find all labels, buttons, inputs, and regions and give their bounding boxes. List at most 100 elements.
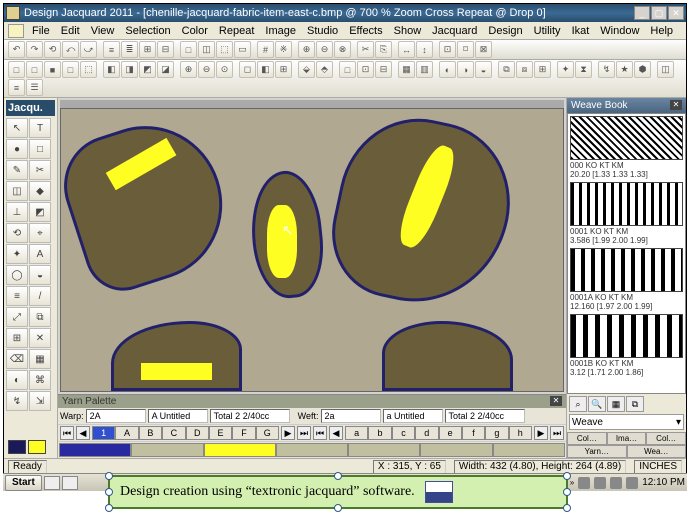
toolbar-button[interactable]: ⤻ <box>80 41 97 58</box>
nav-prev[interactable]: ◀ <box>76 426 90 440</box>
toolbar-button[interactable]: ⟲ <box>44 41 61 58</box>
toolbar-button[interactable]: ⊞ <box>534 61 551 78</box>
caption-box[interactable]: Design creation using “textronic jacquar… <box>108 475 568 509</box>
yarn-column[interactable]: E <box>209 426 232 440</box>
tool-button[interactable]: ◯ <box>6 265 28 285</box>
toolbar-button[interactable]: ◻ <box>239 61 256 78</box>
bg-swatch[interactable] <box>8 440 26 454</box>
toolbar-button[interactable]: ≣ <box>121 41 138 58</box>
nav-next-2[interactable]: ▶ <box>534 426 548 440</box>
weave-tool-button[interactable]: 🔍 <box>588 396 606 412</box>
toolbar-button[interactable]: ⊕ <box>180 61 197 78</box>
taskbar-app-1[interactable] <box>44 476 60 490</box>
yarn-column[interactable]: f <box>462 426 485 440</box>
yarn-column[interactable]: h <box>509 426 532 440</box>
yarn-column[interactable]: g <box>485 426 508 440</box>
yarn-column[interactable]: B <box>139 426 162 440</box>
toolbar-button[interactable]: ■ <box>44 61 61 78</box>
menu-selection[interactable]: Selection <box>120 24 175 38</box>
toolbar-button[interactable]: ▭ <box>234 41 251 58</box>
menu-design[interactable]: Design <box>483 24 527 38</box>
menu-effects[interactable]: Effects <box>344 24 387 38</box>
tool-button[interactable]: ✕ <box>29 328 51 348</box>
toolbar-button[interactable]: ⊟ <box>375 61 392 78</box>
tray-icon-2[interactable] <box>594 477 606 489</box>
toolbar-button[interactable]: ≡ <box>8 79 25 96</box>
tool-button[interactable]: ✂ <box>29 160 51 180</box>
weave-book-close[interactable]: ✕ <box>670 100 682 110</box>
menu-jacquard[interactable]: Jacquard <box>427 24 482 38</box>
tool-button[interactable]: ⧉ <box>29 307 51 327</box>
menu-show[interactable]: Show <box>389 24 427 38</box>
nav-prev-2[interactable]: ◀ <box>329 426 343 440</box>
weft-value[interactable]: 2a <box>321 409 381 423</box>
toolbar-button[interactable]: ⊙ <box>216 61 233 78</box>
toolbar-button[interactable]: ⊖ <box>198 61 215 78</box>
menu-help[interactable]: Help <box>645 24 678 38</box>
tool-button[interactable]: ⊥ <box>6 202 28 222</box>
tray-icon-1[interactable] <box>578 477 590 489</box>
yarn-color-swatch[interactable] <box>131 443 203 457</box>
weave-tab[interactable]: Ima… <box>607 432 647 445</box>
tool-button[interactable]: ✎ <box>6 160 28 180</box>
toolbar-button[interactable]: ↷ <box>26 41 43 58</box>
toolbar-button[interactable]: ⊡ <box>357 61 374 78</box>
toolbar-button[interactable]: # <box>257 41 274 58</box>
tool-button[interactable]: ⤢ <box>6 307 28 327</box>
toolbar-button[interactable]: ≡ <box>103 41 120 58</box>
toolbar-button[interactable]: ✂ <box>357 41 374 58</box>
tool-button[interactable]: / <box>29 286 51 306</box>
tool-button[interactable]: ◩ <box>29 202 51 222</box>
tool-button[interactable]: ⌖ <box>29 223 51 243</box>
toolbar-button[interactable]: ↯ <box>598 61 615 78</box>
nav-first-2[interactable]: ⏮ <box>313 426 327 440</box>
weave-tab[interactable]: Yarn… <box>567 445 627 458</box>
yarn-column[interactable]: F <box>232 426 255 440</box>
menu-color[interactable]: Color <box>177 24 213 38</box>
weave-tool-button[interactable]: ▦ <box>607 396 625 412</box>
tool-button[interactable]: ↖ <box>6 118 28 138</box>
maximize-button[interactable]: ▢ <box>651 6 667 20</box>
toolbar-button[interactable]: ⧈ <box>516 61 533 78</box>
toolbar-button[interactable]: ⊖ <box>316 41 333 58</box>
toolbar-button[interactable]: □ <box>180 41 197 58</box>
tool-button[interactable]: ◐ <box>6 370 28 390</box>
toolbar-button[interactable]: ◫ <box>198 41 215 58</box>
minimize-button[interactable]: _ <box>634 6 650 20</box>
nav-last[interactable]: ⏭ <box>297 426 311 440</box>
toolbar-button[interactable]: ※ <box>275 41 292 58</box>
menu-window[interactable]: Window <box>595 24 644 38</box>
menu-file[interactable]: File <box>27 24 55 38</box>
menu-view[interactable]: View <box>86 24 120 38</box>
toolbar-button[interactable]: ⊠ <box>475 41 492 58</box>
toolbar-button[interactable]: ↶ <box>8 41 25 58</box>
yarn-color-swatch[interactable] <box>204 443 276 457</box>
design-canvas[interactable]: ↖ <box>60 108 564 392</box>
toolbar-button[interactable]: ◨ <box>121 61 138 78</box>
tool-button[interactable]: ⌘ <box>29 370 51 390</box>
toolbar-button[interactable]: ↔ <box>398 41 415 58</box>
yarn-color-swatch[interactable] <box>59 443 131 457</box>
toolbar-button[interactable]: ⊡ <box>439 41 456 58</box>
weave-tab[interactable]: Wea… <box>627 445 687 458</box>
toolbar-button[interactable]: ⬢ <box>634 61 651 78</box>
weave-tool-button[interactable]: ⌕ <box>569 396 587 412</box>
toolbar-button[interactable]: □ <box>62 61 79 78</box>
toolbar-button[interactable]: ⬚ <box>80 61 97 78</box>
toolbar-button[interactable]: ⊞ <box>139 41 156 58</box>
toolbar-button[interactable]: ⌑ <box>457 41 474 58</box>
yarn-column[interactable]: G <box>256 426 279 440</box>
taskbar-app-2[interactable] <box>62 476 78 490</box>
toolbar-button[interactable]: ⬚ <box>216 41 233 58</box>
toolbar-button[interactable]: ⧉ <box>498 61 515 78</box>
yarn-column[interactable]: D <box>186 426 209 440</box>
toolbar-button[interactable]: ⊗ <box>334 41 351 58</box>
menu-image[interactable]: Image <box>260 24 301 38</box>
close-button[interactable]: ✕ <box>668 6 684 20</box>
weave-list[interactable]: 000 KO KT KM20.20 [1.33 1.33 1.33]0001 K… <box>567 113 686 394</box>
yarn-palette-close[interactable]: ✕ <box>550 396 562 406</box>
menu-edit[interactable]: Edit <box>56 24 85 38</box>
toolbar-button[interactable]: ◒ <box>475 61 492 78</box>
yarn-color-swatch[interactable] <box>276 443 348 457</box>
toolbar-button[interactable]: □ <box>26 61 43 78</box>
